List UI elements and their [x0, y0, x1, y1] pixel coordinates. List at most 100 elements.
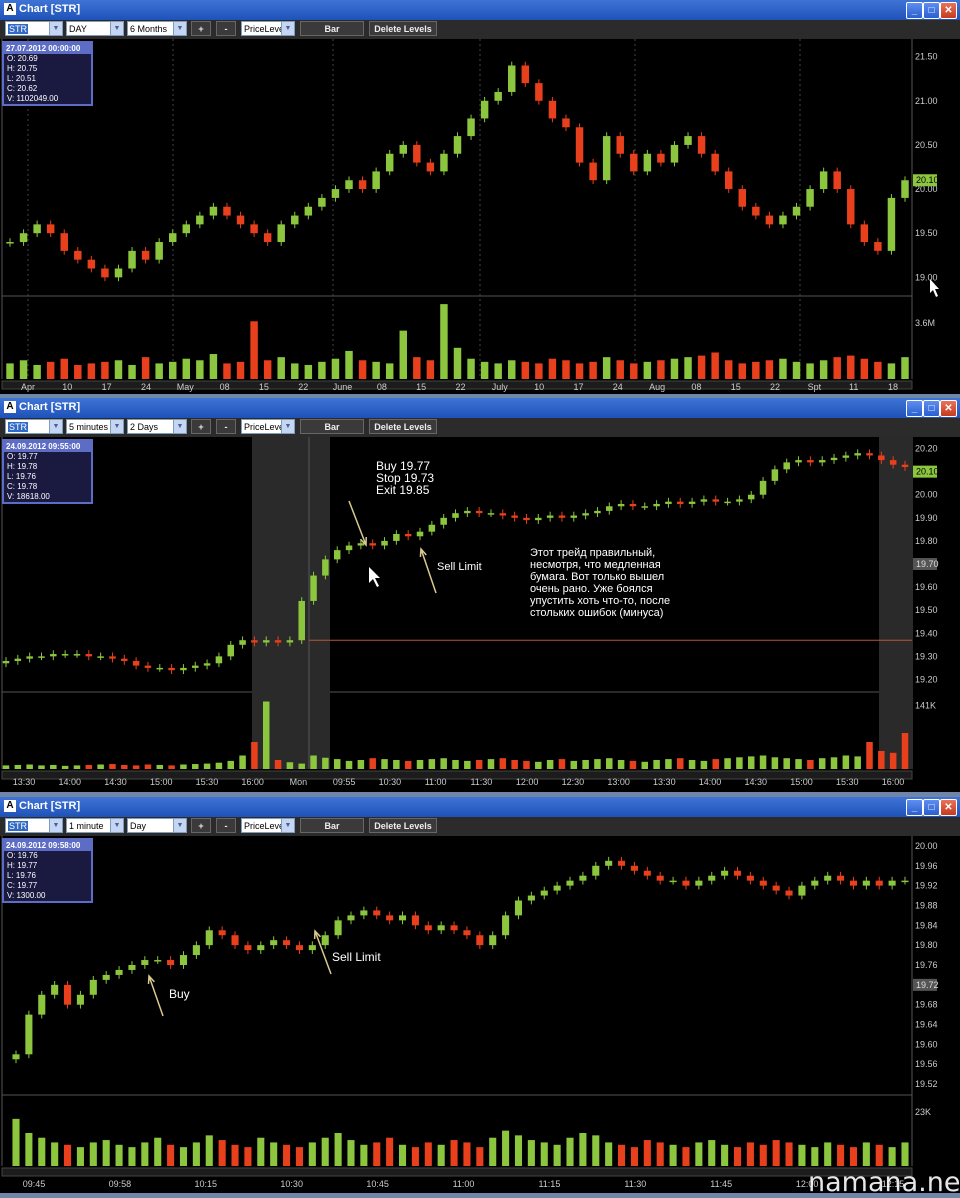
candle-body — [416, 531, 424, 537]
time-tick-label: 13:30 — [653, 777, 676, 787]
candle-body — [318, 197, 326, 207]
window-titlebar[interactable]: A Chart [STR] _ □ ✕ — [0, 398, 960, 418]
candle-body — [670, 144, 679, 163]
candle-body — [38, 656, 45, 658]
minimize-button[interactable]: _ — [906, 799, 923, 816]
volume-bar — [399, 330, 407, 379]
symbol-select[interactable]: STR ▼ — [5, 818, 63, 833]
maximize-button[interactable]: □ — [923, 400, 940, 417]
mouse-cursor-icon — [369, 567, 380, 587]
zoom-out-button[interactable]: - — [216, 818, 236, 833]
price-tick-label: 19.60 — [915, 582, 938, 592]
info-close: C: 19.78 — [7, 482, 38, 491]
range-select[interactable]: 2 Days ▼ — [127, 419, 187, 434]
indicator-select[interactable]: PriceLeve ▼ — [241, 818, 295, 833]
candle-body — [286, 640, 294, 643]
price-tick-label: 21.00 — [915, 96, 938, 106]
candle-body — [334, 920, 342, 936]
volume-bar — [747, 756, 755, 769]
maximize-button[interactable]: □ — [923, 799, 940, 816]
time-tick-label: 16:00 — [241, 777, 264, 787]
candle-body — [262, 640, 270, 643]
close-button[interactable]: ✕ — [940, 400, 957, 417]
volume-bar — [521, 361, 530, 379]
zoom-out-button[interactable]: - — [216, 419, 236, 434]
candle-body — [168, 667, 175, 671]
volume-bar — [878, 751, 885, 769]
candle-body — [616, 136, 624, 154]
window-titlebar[interactable]: A Chart [STR] _ □ ✕ — [0, 797, 960, 817]
bar-style-button[interactable]: Bar — [300, 818, 364, 833]
time-tick-label: 08 — [377, 382, 387, 392]
chart-area[interactable]: 19.00 19.50 20.00 20.50 21.00 21.50 3.6M Apr 10 1… — [0, 39, 960, 394]
volume-bar — [708, 1140, 716, 1166]
time-tick-label: 24 — [141, 382, 151, 392]
volume-bar — [670, 358, 679, 379]
candle-body — [605, 860, 613, 866]
zoom-in-button[interactable]: + — [191, 419, 211, 434]
minimize-button[interactable]: _ — [906, 400, 923, 417]
candle-body — [2, 660, 10, 664]
maximize-button[interactable]: □ — [923, 2, 940, 19]
info-high: H: 20.75 — [7, 64, 38, 73]
candle-body — [724, 501, 731, 504]
close-button[interactable]: ✕ — [940, 2, 957, 19]
range-select[interactable]: 6 Months ▼ — [127, 21, 187, 36]
volume-bar — [535, 761, 542, 769]
candle-body — [514, 900, 523, 916]
volume-bar — [38, 1137, 46, 1166]
volume-bar — [772, 1140, 780, 1166]
zoom-out-button[interactable]: - — [216, 21, 236, 36]
chevron-down-icon: ▼ — [281, 819, 294, 832]
zoom-in-button[interactable]: + — [191, 818, 211, 833]
indicator-select[interactable]: PriceLeve ▼ — [241, 21, 295, 36]
interval-select[interactable]: 5 minutes ▼ — [66, 419, 124, 434]
candle-body — [46, 224, 55, 234]
chart-area[interactable]: 19.20 19.30 19.40 19.50 19.60 19.70 19.80 19.90… — [0, 437, 960, 792]
candle-body — [494, 91, 502, 101]
candle-body — [180, 667, 187, 671]
volume-bar — [630, 363, 638, 379]
volume-bar — [416, 760, 424, 769]
app-icon: A — [4, 3, 16, 15]
volume-bar — [724, 758, 731, 769]
time-tick-label: 24 — [613, 382, 623, 392]
chevron-down-icon: ▼ — [110, 819, 123, 832]
candle-body — [115, 969, 123, 975]
candle-body — [467, 118, 475, 137]
price-tick-label: 20.00 — [915, 841, 938, 851]
volume-bar — [295, 1147, 303, 1166]
volume-bar — [369, 758, 376, 769]
symbol-select[interactable]: STR ▼ — [5, 21, 63, 36]
minimize-button[interactable]: _ — [906, 2, 923, 19]
candle-body — [833, 171, 841, 190]
candle-body — [771, 469, 779, 481]
candle-body — [236, 215, 245, 225]
range-select[interactable]: Day ▼ — [127, 818, 187, 833]
delete-levels-button[interactable]: Delete Levels — [369, 818, 437, 833]
volume-bar — [733, 1147, 742, 1166]
symbol-select[interactable]: STR ▼ — [5, 419, 63, 434]
candle-body — [842, 455, 850, 458]
volume-bar — [215, 762, 223, 769]
price-tick-label: 19.64 — [915, 1020, 938, 1030]
volume-bar — [257, 1137, 265, 1166]
time-tick-label: 14:00 — [699, 777, 722, 787]
delete-levels-button[interactable]: Delete Levels — [369, 419, 437, 434]
volume-bar — [523, 760, 530, 769]
interval-select[interactable]: DAY ▼ — [66, 21, 124, 36]
delete-levels-button[interactable]: Delete Levels — [369, 21, 437, 36]
volume-bar — [453, 347, 462, 379]
bar-style-button[interactable]: Bar — [300, 419, 364, 434]
candle-body — [700, 499, 708, 502]
volume-bar — [806, 363, 814, 379]
indicator-select[interactable]: PriceLeve ▼ — [241, 419, 295, 434]
window-titlebar[interactable]: A Chart [STR] _ □ ✕ — [0, 0, 960, 20]
close-button[interactable]: ✕ — [940, 799, 957, 816]
candle-body — [87, 259, 96, 269]
cursor-price-label: 19.72 — [916, 980, 939, 990]
interval-select[interactable]: 1 minute ▼ — [66, 818, 124, 833]
chart-area[interactable]: 19.52 19.56 19.60 19.64 19.68 19.72 19.76 19.80… — [0, 836, 960, 1193]
zoom-in-button[interactable]: + — [191, 21, 211, 36]
bar-style-button[interactable]: Bar — [300, 21, 364, 36]
